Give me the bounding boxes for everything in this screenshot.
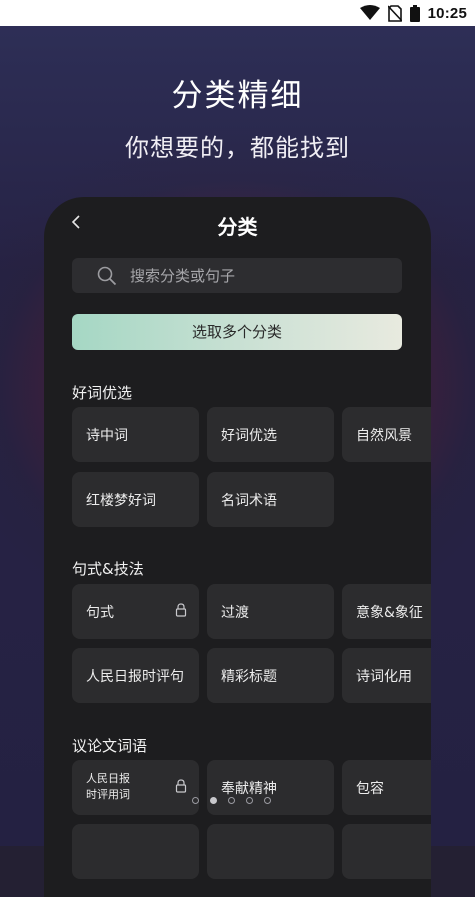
chip-label: 好词优选: [221, 427, 277, 444]
pager-dot[interactable]: [246, 797, 253, 804]
category-chip[interactable]: 意象&象征: [342, 584, 431, 639]
lock-icon: [175, 779, 187, 793]
chip-label: 红楼梦好词: [86, 492, 156, 509]
wifi-icon: [359, 5, 380, 21]
category-chip[interactable]: 奉献精神: [207, 760, 334, 815]
chip-label: 过渡: [221, 604, 249, 621]
status-time: 10:25: [427, 4, 467, 22]
category-chip[interactable]: 红楼梦好词: [72, 472, 199, 527]
chip-label: 自然风景: [356, 427, 412, 444]
category-chip[interactable]: 精彩标题: [207, 648, 334, 703]
pager-dot[interactable]: [264, 797, 271, 804]
multi-select-label: 选取多个分类: [191, 323, 282, 341]
page-title: 分类: [217, 215, 258, 239]
category-chip[interactable]: 句式: [72, 584, 199, 639]
section-title: 议论文词语: [72, 737, 148, 755]
category-chip[interactable]: 诗中词: [72, 407, 199, 462]
chip-label: 包容: [356, 780, 384, 797]
category-chip[interactable]: [207, 824, 334, 879]
battery-icon: [409, 4, 420, 22]
chip-label: 人民日报 时评用词: [86, 772, 130, 801]
title-bar: 分类: [44, 197, 431, 251]
promo-subheadline: 你想要的，都能找到: [125, 134, 350, 162]
chip-label: 意象&象征: [356, 604, 423, 621]
lock-icon: [175, 603, 187, 617]
pager-dot[interactable]: [192, 797, 199, 804]
category-chip[interactable]: [342, 824, 431, 879]
category-chip[interactable]: 人民日报时评句: [72, 648, 199, 703]
pager-dots: [192, 797, 271, 804]
pager-dot-active[interactable]: [210, 797, 217, 804]
phone-mockup: 分类 搜索分类或句子 选取多个分类 好词优选 诗中词 好词优选 自然风景 红楼梦…: [44, 197, 431, 897]
chip-label: 精彩标题: [221, 668, 277, 685]
category-chip[interactable]: 过渡: [207, 584, 334, 639]
chip-label: 诗词化用: [356, 668, 412, 685]
category-chip[interactable]: [72, 824, 199, 879]
category-chip[interactable]: 人民日报 时评用词: [72, 760, 199, 815]
pager-dot[interactable]: [228, 797, 235, 804]
section-title: 好词优选: [72, 384, 133, 402]
chip-label: 奉献精神: [221, 780, 277, 797]
no-sim-icon: [387, 4, 402, 22]
chip-label: 名词术语: [221, 492, 277, 509]
status-bar: 10:25: [0, 0, 475, 26]
search-icon: [96, 265, 118, 287]
search-input[interactable]: 搜索分类或句子: [72, 258, 402, 293]
chip-label: 人民日报时评句: [86, 668, 184, 685]
chip-label: 诗中词: [86, 427, 128, 444]
chip-label: 句式: [86, 604, 114, 621]
promo-headline: 分类精细: [171, 78, 304, 114]
section-title: 句式&技法: [72, 560, 144, 578]
search-placeholder: 搜索分类或句子: [130, 267, 236, 285]
category-chip[interactable]: 包容: [342, 760, 431, 815]
category-chip[interactable]: 诗词化用: [342, 648, 431, 703]
category-chip[interactable]: 自然风景: [342, 407, 431, 462]
multi-select-button[interactable]: 选取多个分类: [72, 314, 402, 350]
category-chip[interactable]: 名词术语: [207, 472, 334, 527]
category-chip[interactable]: 好词优选: [207, 407, 334, 462]
